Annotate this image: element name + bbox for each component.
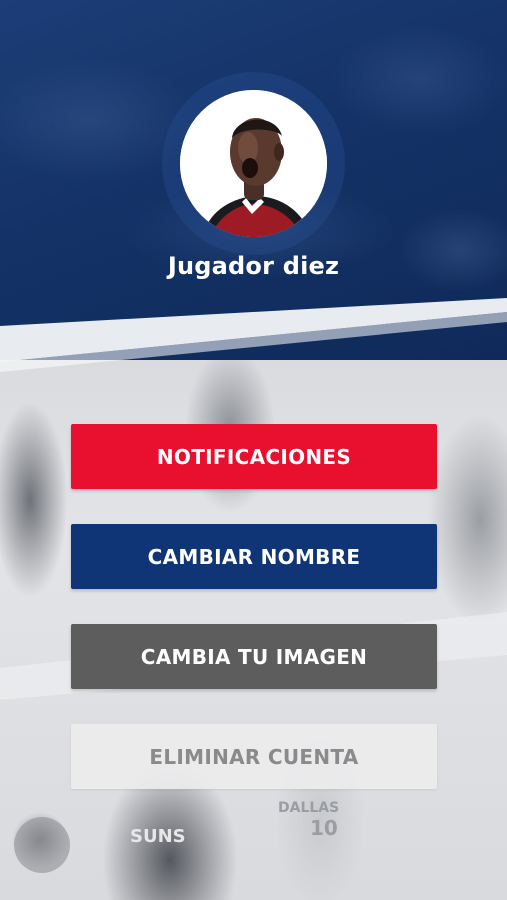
notifications-button[interactable]: NOTIFICACIONES: [71, 424, 437, 489]
background-sports-photo: SUNS DALLAS 10: [0, 300, 507, 900]
user-name: Jugador diez: [167, 252, 340, 280]
avatar[interactable]: [180, 90, 327, 237]
background-jersey-text-dallas: DALLAS: [278, 800, 339, 816]
player-avatar-icon: [180, 90, 327, 237]
background-basketball: [14, 817, 70, 873]
profile-screen: SUNS DALLAS 10 Jugador diez NOTIFICACION…: [0, 0, 507, 900]
background-players-illustration: SUNS DALLAS 10: [14, 800, 339, 873]
change-name-button[interactable]: CAMBIAR NOMBRE: [71, 524, 437, 589]
background-jersey-text-suns: SUNS: [130, 826, 186, 847]
change-image-button[interactable]: CAMBIA TU IMAGEN: [71, 624, 437, 689]
delete-account-button[interactable]: ELIMINAR CUENTA: [71, 724, 437, 789]
background-jersey-number: 10: [310, 816, 338, 840]
